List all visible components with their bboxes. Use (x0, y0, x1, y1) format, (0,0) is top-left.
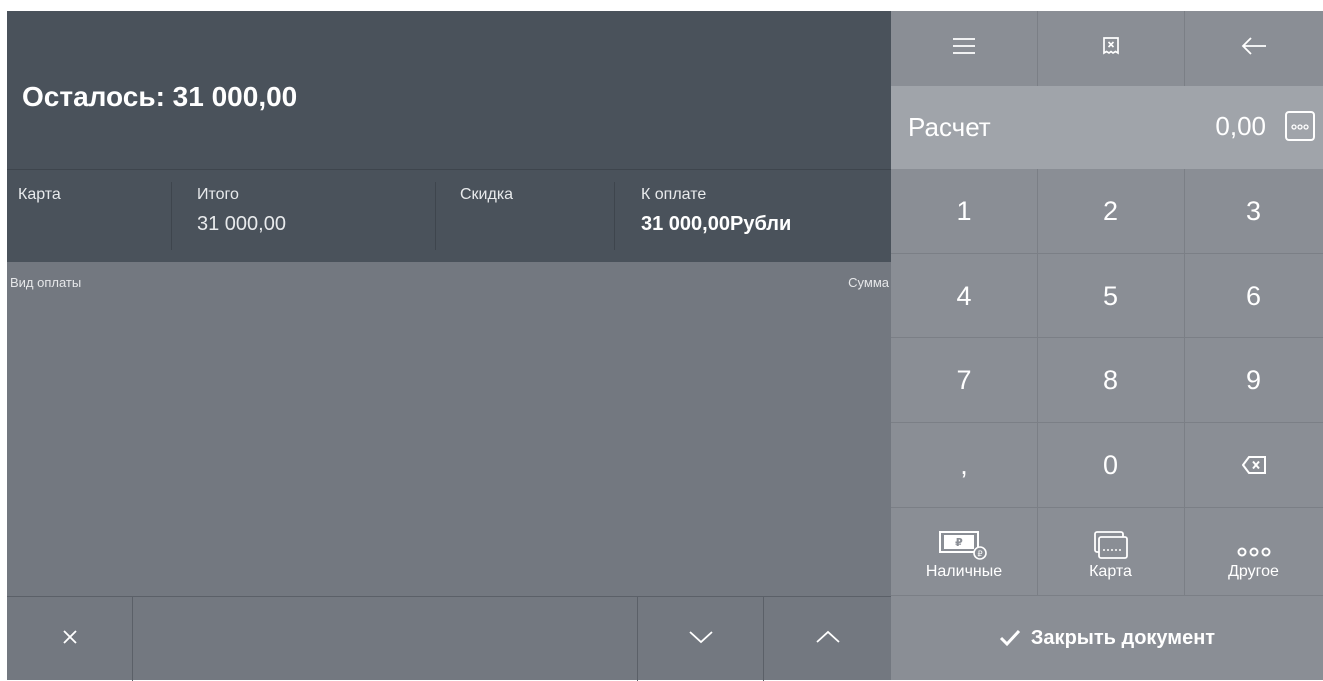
pay-cash-button[interactable]: ₽ ₽ Наличные (891, 508, 1037, 596)
key-label: 3 (1245, 195, 1262, 226)
pay-other-label: Другое (1228, 562, 1279, 580)
remaining-header: Осталось: 31 000,00 (7, 11, 891, 169)
pay-cash-label: Наличные (925, 562, 1003, 580)
divider (891, 507, 1323, 508)
key-7[interactable]: 7 (891, 338, 1037, 422)
key-label: 7 (956, 364, 972, 395)
total-column: Итого 31 000,00 (197, 170, 427, 250)
key-0[interactable]: 0 (1037, 423, 1184, 507)
arrow-left-icon (1241, 37, 1267, 60)
scroll-up-button[interactable] (764, 597, 891, 681)
card-icon (1093, 524, 1129, 560)
chevron-down-icon (688, 630, 713, 649)
cash-icon: ₽ ₽ (938, 524, 990, 560)
delete-payment-button[interactable] (7, 597, 132, 681)
payment-type-column: Карта (18, 170, 168, 250)
receipt-cancel-icon (1102, 36, 1120, 61)
key-label: 8 (1102, 364, 1119, 395)
divider (1037, 11, 1038, 86)
divider (1184, 11, 1185, 86)
divider (614, 182, 615, 250)
discount-column: Скидка (460, 170, 610, 250)
more-icon (1236, 524, 1272, 560)
payment-type-label: Карта (18, 186, 61, 203)
payments-list[interactable]: Вид оплаты Сумма (7, 262, 891, 596)
amount-due-value: 31 000,00Рубли (641, 213, 792, 235)
key-2[interactable]: 2 (1037, 169, 1184, 253)
divider (1037, 169, 1038, 596)
close-document-button[interactable]: Закрыть документ (891, 596, 1323, 680)
key-label: 5 (1102, 280, 1119, 311)
payment-calculation-display: Расчет 0,00 (891, 86, 1323, 169)
key-label: 2 (1102, 195, 1119, 226)
keypad-panel: Расчет 0,00 1 2 3 4 5 6 7 8 9 , 0 ₽ ₽ Нал… (891, 11, 1323, 680)
key-comma[interactable]: , (891, 423, 1037, 507)
divider (435, 182, 436, 250)
amount-due-label: К оплате (641, 186, 707, 203)
key-3[interactable]: 3 (1184, 169, 1323, 253)
backspace-icon (1241, 450, 1266, 481)
pay-card-label: Карта (1089, 562, 1132, 580)
divider (891, 422, 1323, 423)
key-label: 6 (1245, 280, 1262, 311)
menu-icon (953, 37, 975, 60)
divider (891, 337, 1323, 338)
total-label: Итого (197, 186, 239, 203)
key-1[interactable]: 1 (891, 169, 1037, 253)
key-label: , (960, 449, 968, 480)
key-backspace[interactable] (1184, 423, 1323, 507)
key-label: 4 (956, 280, 972, 311)
remaining-amount: Осталось: 31 000,00 (22, 81, 298, 112)
divider (1184, 169, 1185, 596)
key-label: 0 (1102, 449, 1119, 480)
total-value: 31 000,00 (197, 213, 286, 235)
list-toolbar (7, 596, 891, 681)
svg-text:₽: ₽ (955, 536, 963, 549)
calculation-options-button[interactable] (1285, 111, 1315, 141)
column-header-payment-type: Вид оплаты (10, 275, 82, 290)
key-5[interactable]: 5 (1037, 254, 1184, 338)
key-9[interactable]: 9 (1184, 338, 1323, 422)
pay-card-button[interactable]: Карта (1037, 508, 1184, 596)
pay-other-button[interactable]: Другое (1184, 508, 1323, 596)
key-6[interactable]: 6 (1184, 254, 1323, 338)
chevron-up-icon (815, 630, 840, 649)
menu-button[interactable] (891, 11, 1037, 86)
amount-due-column: К оплате 31 000,00Рубли (641, 170, 881, 250)
divider (891, 253, 1323, 254)
close-icon (62, 629, 78, 650)
column-header-sum: Сумма (848, 275, 889, 290)
divider (171, 182, 172, 250)
calculation-value: 0,00 (1215, 111, 1266, 141)
calculation-label: Расчет (908, 112, 991, 142)
more-icon (1291, 117, 1309, 135)
discount-label: Скидка (460, 186, 514, 203)
summary-bar: Карта Итого 31 000,00 Скидка К оплате 31… (7, 169, 891, 262)
key-label: 9 (1245, 364, 1262, 395)
scroll-down-button[interactable] (638, 597, 763, 681)
svg-text:₽: ₽ (977, 549, 982, 558)
key-label: 1 (956, 195, 972, 226)
checkmark-icon (999, 629, 1021, 647)
key-8[interactable]: 8 (1037, 338, 1184, 422)
close-document-label: Закрыть документ (1030, 626, 1216, 649)
cancel-receipt-button[interactable] (1037, 11, 1184, 86)
key-4[interactable]: 4 (891, 254, 1037, 338)
back-button[interactable] (1184, 11, 1323, 86)
